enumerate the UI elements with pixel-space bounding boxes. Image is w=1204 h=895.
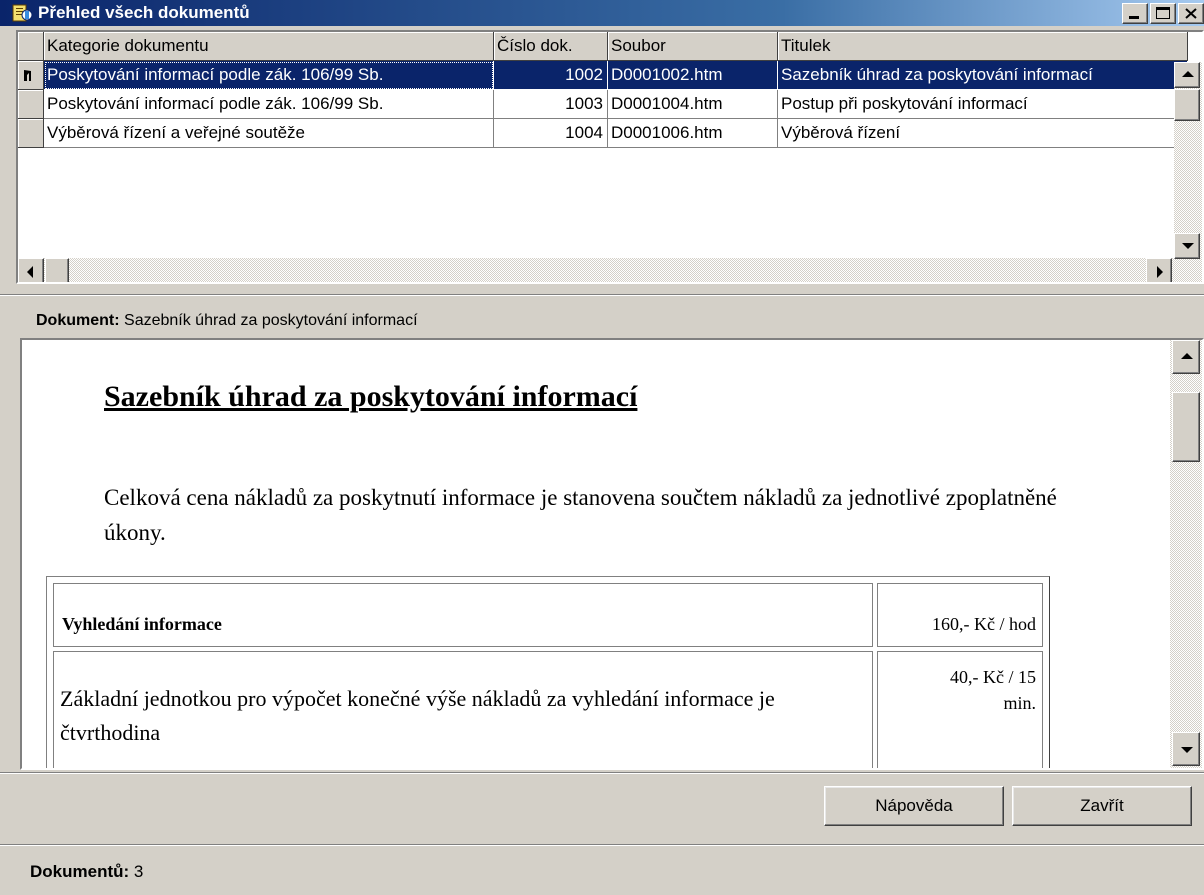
document-current-title: Sazebník úhrad za poskytování informací (124, 312, 418, 329)
scroll-thumb[interactable] (45, 258, 69, 282)
document-heading: Sazebník úhrad za poskytování informací (104, 380, 638, 413)
fee-table-cell: Vyhledání informace (53, 583, 873, 647)
document-paragraph: Celková cena nákladů za poskytnutí infor… (104, 485, 1057, 545)
window-title: Přehled všech dokumentů (38, 3, 250, 22)
minimize-button[interactable] (1122, 3, 1148, 24)
status-bar: Dokumentů: 3 (0, 850, 1204, 895)
fee-row-value: 40,- Kč / 15 min. (950, 667, 1036, 713)
document-label-caption: Dokument: (36, 312, 120, 329)
document-viewer[interactable]: Sazebník úhrad za poskytování informací … (20, 338, 1204, 770)
divider (0, 294, 1204, 296)
title-bar: Přehled všech dokumentů (0, 0, 1204, 26)
fee-row-label: Vyhledání informace (62, 614, 222, 634)
cell-file[interactable]: D0001004.htm (608, 90, 778, 119)
cell-category[interactable]: Výběrová řízení a veřejné soutěže (44, 119, 494, 148)
app-document-icon (12, 3, 34, 23)
cell-title[interactable]: Postup při poskytování informací (778, 90, 1188, 119)
scroll-right-button[interactable] (1146, 258, 1172, 282)
cell-number[interactable]: 1003 (494, 90, 608, 119)
fee-table-cell: 160,- Kč / hod (877, 583, 1043, 647)
scroll-thumb[interactable] (1174, 89, 1200, 121)
fee-table-cell: Základní jednotkou pro výpočet konečné v… (53, 651, 873, 768)
help-button[interactable]: Nápověda (824, 786, 1004, 826)
cell-category[interactable]: Poskytování informací podle zák. 106/99 … (44, 90, 494, 119)
column-header-category[interactable]: Kategorie dokumentu (44, 32, 494, 61)
table-row[interactable]: Poskytování informací podle zák. 106/99 … (18, 61, 1188, 90)
row-indicator (18, 119, 44, 148)
fee-table: Vyhledání informace 160,- Kč / hod Zákla… (46, 576, 1050, 768)
close-button[interactable]: Zavřít (1012, 786, 1192, 826)
status-label: Dokumentů: (30, 862, 130, 881)
document-count: 3 (133, 862, 144, 881)
maximize-button[interactable] (1150, 3, 1176, 24)
table-row[interactable]: Poskytování informací podle zák. 106/99 … (18, 90, 1188, 119)
column-header-title[interactable]: Titulek (778, 32, 1188, 61)
fee-row-value: 160,- Kč / hod (932, 614, 1036, 634)
cell-category[interactable]: Poskytování informací podle zák. 106/99 … (44, 61, 494, 90)
scroll-down-button[interactable] (1174, 233, 1200, 259)
close-window-button[interactable] (1178, 3, 1204, 24)
scroll-down-button[interactable] (1172, 732, 1200, 766)
divider (0, 844, 1204, 846)
cell-number[interactable]: 1002 (494, 61, 608, 90)
scroll-left-button[interactable] (18, 258, 44, 282)
cell-title[interactable]: Sazebník úhrad za poskytování informací (778, 61, 1188, 90)
table-row[interactable]: Výběrová řízení a veřejné soutěže 1004 D… (18, 119, 1188, 148)
column-header-file[interactable]: Soubor (608, 32, 778, 61)
column-header-number[interactable]: Číslo dok. (494, 32, 608, 61)
documents-grid[interactable]: Kategorie dokumentu Číslo dok. Soubor Ti… (16, 30, 1204, 284)
fee-table-cell: 40,- Kč / 15 min. (877, 651, 1043, 768)
scroll-up-button[interactable] (1174, 62, 1200, 88)
grid-vertical-scrollbar[interactable] (1174, 62, 1202, 282)
cell-number[interactable]: 1004 (494, 119, 608, 148)
grid-header: Kategorie dokumentu Číslo dok. Soubor Ti… (18, 32, 1188, 61)
fee-row-label: Základní jednotkou pro výpočet konečné v… (60, 686, 775, 745)
scroll-thumb[interactable] (1172, 392, 1200, 462)
document-vertical-scrollbar[interactable] (1170, 340, 1202, 768)
document-content: Sazebník úhrad za poskytování informací … (22, 340, 1170, 768)
grid-horizontal-scrollbar[interactable] (18, 258, 1174, 282)
current-row-indicator-icon (18, 61, 44, 90)
cell-file[interactable]: D0001006.htm (608, 119, 778, 148)
cell-file[interactable]: D0001002.htm (608, 61, 778, 90)
row-indicator-header (18, 32, 44, 61)
cell-title[interactable]: Výběrová řízení (778, 119, 1188, 148)
divider (0, 772, 1204, 774)
row-indicator (18, 90, 44, 119)
status-text: Dokumentů: 3 (30, 862, 143, 882)
document-label: Dokument: Sazebník úhrad za poskytování … (36, 312, 418, 330)
scroll-up-button[interactable] (1172, 340, 1200, 374)
